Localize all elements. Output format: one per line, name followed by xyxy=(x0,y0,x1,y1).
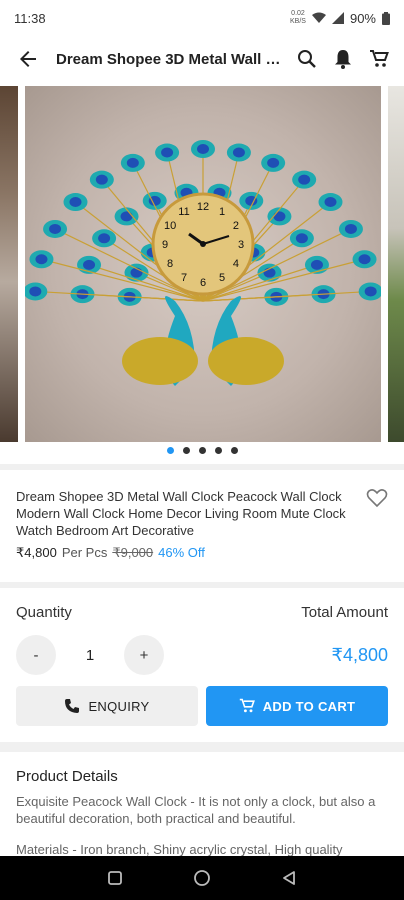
clock-numeral: 8 xyxy=(167,258,173,270)
back-button[interactable] xyxy=(0,36,56,82)
discount-badge: 46% Off xyxy=(158,545,205,560)
clock-numeral: 4 xyxy=(233,258,239,270)
feather-eye-center xyxy=(120,211,133,222)
battery-icon xyxy=(382,11,390,25)
feather-eye-center xyxy=(310,259,323,270)
add-to-cart-button[interactable]: ADD TO CART xyxy=(206,686,388,726)
battery-percent: 90% xyxy=(349,10,376,26)
clock-numeral: 6 xyxy=(200,277,206,289)
product-details-paragraph: Materials - Iron branch, Shiny acrylic c… xyxy=(16,842,343,856)
order-card: Quantity Total Amount - 1 + ₹4,800 ENQUI… xyxy=(0,588,404,742)
bell-icon xyxy=(335,50,351,69)
search-button[interactable] xyxy=(294,46,320,72)
feather-eye-center xyxy=(95,174,108,185)
feather-eye-center xyxy=(298,174,311,185)
back-icon[interactable] xyxy=(281,870,297,886)
feather-eye-center xyxy=(344,223,357,234)
next-image-peek[interactable] xyxy=(388,86,404,442)
carousel-dot[interactable] xyxy=(214,447,222,454)
network-speed: 0.02 KB/S xyxy=(290,10,306,25)
feather-eye-center xyxy=(295,233,308,244)
peacock-clock-image: 1234567891011 12 xyxy=(23,140,383,386)
system-navigation-bar xyxy=(0,856,404,900)
page-title: Dream Shopee 3D Metal Wall Clock Peacock… xyxy=(56,50,294,68)
clock-numeral: 10 xyxy=(164,220,176,232)
wishlist-button[interactable] xyxy=(366,488,388,513)
carousel-dot[interactable] xyxy=(182,447,190,454)
feather-eye-center xyxy=(29,286,42,297)
cart-icon xyxy=(370,50,389,67)
clock-numeral: 5 xyxy=(219,272,225,284)
quantity-value: 1 xyxy=(85,646,95,664)
feather-eye-center xyxy=(273,211,286,222)
search-icon xyxy=(298,50,316,68)
carousel-dot[interactable] xyxy=(166,447,174,454)
carousel-dot[interactable] xyxy=(198,447,206,454)
status-time: 11:38 xyxy=(14,10,46,26)
product-image-carousel[interactable]: 1 2 3 4 5 6 7 8 9 10 11 12 xyxy=(0,82,404,464)
feather-eye-center xyxy=(49,223,62,234)
product-details-card: Product Details Exquisite Peacock Wall C… xyxy=(0,752,404,856)
signal-icon xyxy=(331,12,344,24)
add-to-cart-label: ADD TO CART xyxy=(262,698,356,714)
feather-eye-center xyxy=(358,254,371,265)
carousel-dot[interactable] xyxy=(230,447,238,454)
clock-numeral: 2 xyxy=(233,220,239,232)
app-bar: Dream Shopee 3D Metal Wall Clock Peacock… xyxy=(0,36,404,82)
feather-eye-center xyxy=(161,147,174,158)
clock-numeral: 11 xyxy=(178,206,189,218)
heart-icon xyxy=(366,489,388,508)
clock-numeral: 3 xyxy=(238,239,244,251)
feather-eye-center xyxy=(69,197,82,208)
cart-button[interactable] xyxy=(366,46,392,72)
total-amount-value: ₹4,800 xyxy=(331,644,389,665)
cart-icon xyxy=(239,698,255,713)
carousel-indicator xyxy=(0,447,404,454)
feather-eye-center xyxy=(267,157,280,168)
status-bar: 11:38 0.02 KB/S 90% xyxy=(0,0,404,36)
clock-numeral: 12 xyxy=(197,201,209,213)
feather-eye-center xyxy=(35,254,48,265)
mrp-price: ₹9,000 xyxy=(112,545,154,560)
price-unit: Per Pcs xyxy=(61,545,108,560)
quantity-stepper: - 1 + ₹4,800 xyxy=(16,635,388,675)
feather-eye-center xyxy=(126,157,139,168)
wifi-icon xyxy=(311,12,326,23)
clock-numeral: 7 xyxy=(181,272,187,284)
feather-eye-center xyxy=(98,233,111,244)
product-image[interactable]: 1 2 3 4 5 6 7 8 9 10 11 12 xyxy=(23,86,383,442)
back-arrow-icon xyxy=(20,51,36,67)
product-details-title: Product Details xyxy=(16,768,118,785)
product-info-card: Dream Shopee 3D Metal Wall Clock Peacock… xyxy=(0,470,404,582)
feather-eye-center xyxy=(197,144,209,154)
feather-eye-center xyxy=(83,259,96,270)
feather-eye-center xyxy=(232,147,245,158)
clock-numeral: 1 xyxy=(219,206,225,218)
clock-numeral: 9 xyxy=(162,239,168,251)
recents-icon[interactable] xyxy=(107,870,123,886)
home-icon[interactable] xyxy=(193,869,211,887)
increase-quantity-button[interactable]: + xyxy=(124,635,164,675)
notifications-button[interactable] xyxy=(330,46,356,72)
price-row: ₹4,800 Per Pcs ₹9,000 46% Off xyxy=(16,545,388,561)
previous-image-peek[interactable] xyxy=(0,86,18,442)
total-amount-label: Total Amount xyxy=(301,604,388,621)
product-details-paragraph: Exquisite Peacock Wall Clock - It is not… xyxy=(16,794,376,826)
selling-price: ₹4,800 xyxy=(16,545,57,560)
product-name: Dream Shopee 3D Metal Wall Clock Peacock… xyxy=(16,489,346,538)
enquiry-label: ENQUIRY xyxy=(88,698,150,714)
feather-eye-center xyxy=(364,286,377,297)
feather-eye-center xyxy=(324,197,337,208)
decrease-quantity-button[interactable]: - xyxy=(16,635,56,675)
phone-icon xyxy=(65,699,80,713)
enquiry-button[interactable]: ENQUIRY xyxy=(16,686,198,726)
quantity-label: Quantity xyxy=(16,604,72,621)
